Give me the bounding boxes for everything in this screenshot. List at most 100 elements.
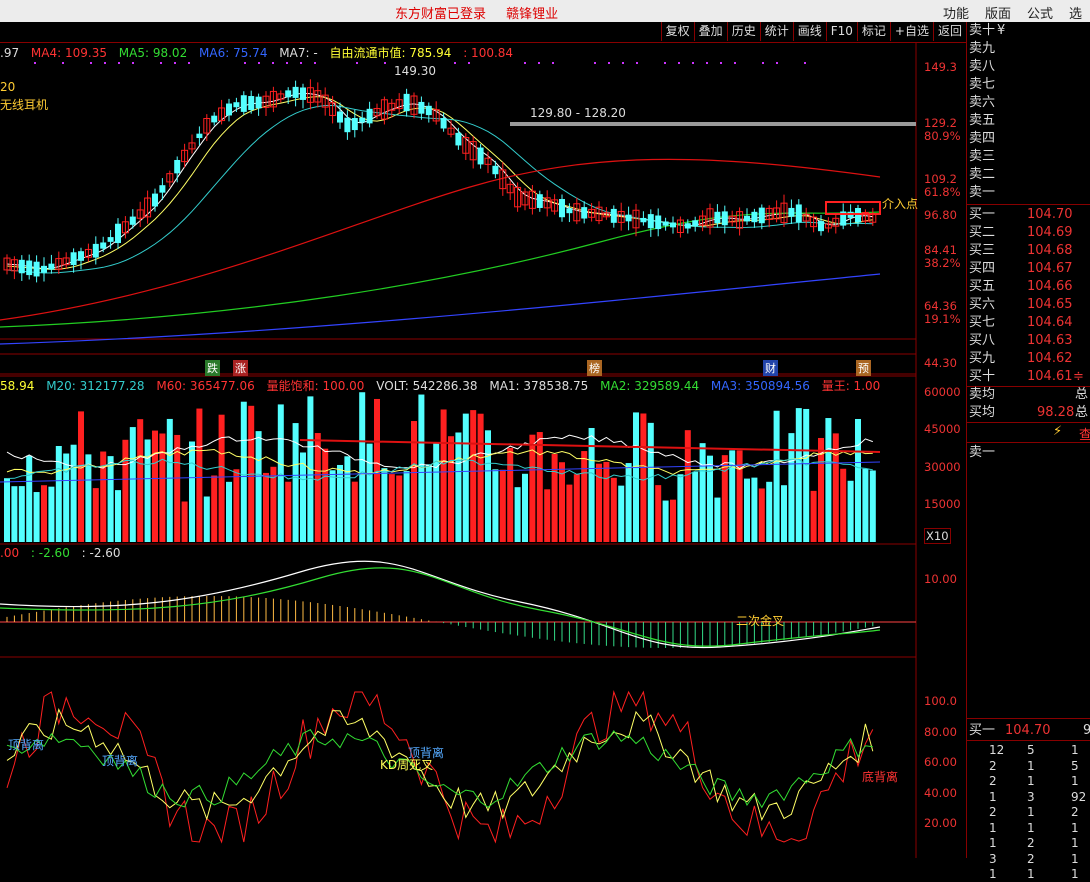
sell-avg-row: 卖均 总	[967, 386, 1090, 404]
sell-level-row[interactable]: 卖五	[967, 112, 1090, 130]
volume-bar	[285, 481, 292, 542]
candle-body	[581, 207, 588, 219]
candle-body	[33, 261, 40, 277]
stock-name: 赣锋锂业	[506, 7, 559, 22]
menu-formula[interactable]: 公式	[1027, 3, 1053, 22]
signal-dot	[706, 62, 708, 64]
candle-body	[159, 185, 166, 193]
buy-level-row[interactable]: 买二 104.69	[967, 224, 1090, 242]
candle-body	[233, 102, 240, 108]
event-tag-finance[interactable]: 财	[763, 360, 778, 376]
buy-level-row[interactable]: 买八 104.63	[967, 332, 1090, 350]
buy-level-row[interactable]: 买六 104.65	[967, 296, 1090, 314]
buy1-detail-row: 买一 104.70 9	[967, 722, 1090, 740]
buy-level-row[interactable]: 买四 104.67	[967, 260, 1090, 278]
candle-body	[70, 252, 77, 266]
f10-button[interactable]: F10	[825, 22, 857, 41]
query-tab[interactable]: 查	[1079, 424, 1090, 443]
stats-button[interactable]: 统计	[759, 22, 793, 41]
candle-body	[662, 221, 669, 226]
event-tag-down[interactable]: 跌	[205, 360, 220, 376]
signal-dot	[594, 62, 596, 64]
add-watchlist-button[interactable]: +自选	[889, 22, 933, 41]
candle-body	[48, 263, 55, 270]
sell-level-row[interactable]: 卖六	[967, 94, 1090, 112]
lightning-icon[interactable]: ⚡	[1053, 424, 1062, 439]
candle-body	[477, 147, 484, 165]
event-tag-rank[interactable]: 榜	[587, 360, 602, 376]
volume-bar	[773, 410, 780, 542]
sell-level-label: 卖九	[969, 41, 996, 56]
kdj-note: 顶背离	[408, 746, 445, 760]
axis-label: 100.0	[924, 694, 957, 708]
menu-function[interactable]: 功能	[943, 3, 969, 22]
buy-level-row[interactable]: 买七 104.64	[967, 314, 1090, 332]
sell-level-row[interactable]: 卖七	[967, 76, 1090, 94]
volume-axis: 60000 45000 30000 15000 X10	[916, 376, 966, 544]
volume-bar	[115, 490, 121, 542]
kline-chart[interactable]	[0, 42, 966, 858]
tick-volume-cell: 1	[989, 867, 997, 881]
event-tag-forecast[interactable]: 预	[856, 360, 871, 376]
volume-bar	[314, 433, 321, 542]
candle-body	[255, 96, 262, 109]
volume-bar	[425, 464, 432, 542]
sell-level-row[interactable]: 卖四	[967, 130, 1090, 148]
tick-volume-row: 1 3 92	[967, 789, 1090, 805]
volume-bar	[33, 492, 40, 542]
sell-level-row[interactable]: 卖三	[967, 148, 1090, 166]
buy-level-row[interactable]: 买九 104.62	[967, 350, 1090, 368]
buy-level-price: 104.62	[1027, 351, 1073, 366]
volume-bar	[63, 453, 70, 542]
signal-dot	[804, 62, 806, 64]
signal-dot	[314, 62, 316, 64]
sell-level-row[interactable]: 卖十 ¥	[967, 22, 1090, 40]
menu-layout[interactable]: 版面	[985, 3, 1011, 22]
signal-dot	[356, 62, 358, 64]
volume-legend: 58.94 M20: 312177.28 M60: 365477.06 量能饱和…	[0, 377, 888, 394]
volume-bar	[233, 469, 240, 542]
extra-value: : 100.84	[463, 46, 514, 60]
buy-level-row[interactable]: 买五 104.66	[967, 278, 1090, 296]
volume-bar	[159, 433, 166, 542]
sell-level-row[interactable]: 卖八	[967, 58, 1090, 76]
volume-bar	[477, 413, 484, 542]
event-tag-up[interactable]: 涨	[233, 360, 248, 376]
candle-body	[26, 260, 33, 276]
candle-body	[226, 103, 232, 116]
buy-level-row[interactable]: 买三 104.68	[967, 242, 1090, 260]
volume-bar	[573, 474, 580, 542]
signal-dot	[118, 62, 120, 64]
sell-level-row[interactable]: 卖二	[967, 166, 1090, 184]
volume-bar	[344, 456, 351, 542]
draw-line-button[interactable]: 画线	[792, 22, 826, 41]
menu-select[interactable]: 选	[1069, 3, 1082, 22]
volume-bar	[455, 432, 462, 542]
vol-volt: VOLT: 542286.38	[376, 379, 478, 393]
back-button[interactable]: 返回	[932, 22, 966, 41]
volume-bar	[396, 475, 403, 542]
sell-level-row[interactable]: 卖九	[967, 40, 1090, 58]
history-button[interactable]: 历史	[726, 22, 760, 41]
signal-dot	[734, 62, 736, 64]
candle-body	[818, 221, 824, 232]
tick-volume-cell: 1	[1027, 774, 1035, 788]
buy-level-label: 买二	[969, 225, 996, 240]
volume-bar	[721, 455, 728, 542]
buy-level-row[interactable]: 买十 104.61 ≑	[967, 368, 1090, 386]
volume-bar	[263, 472, 269, 542]
candle-body	[248, 96, 255, 111]
buy-level-row[interactable]: 买一 104.70	[967, 206, 1090, 224]
axis-label: 45000	[924, 422, 961, 436]
axis-label: 30000	[924, 460, 961, 474]
overlay-button[interactable]: 叠加	[693, 22, 727, 41]
tick-volume-row: 1 2 1	[967, 835, 1090, 851]
ma4-value: MA4: 109.35	[30, 46, 107, 60]
volume-bar	[692, 471, 699, 542]
mark-button[interactable]: 标记	[856, 22, 890, 41]
axis-label: 15000	[924, 497, 961, 511]
volume-bar	[492, 469, 499, 542]
adjust-button[interactable]: 复权	[660, 22, 694, 41]
sell-level-row[interactable]: 卖一	[967, 184, 1090, 202]
volume-bar	[48, 486, 55, 542]
